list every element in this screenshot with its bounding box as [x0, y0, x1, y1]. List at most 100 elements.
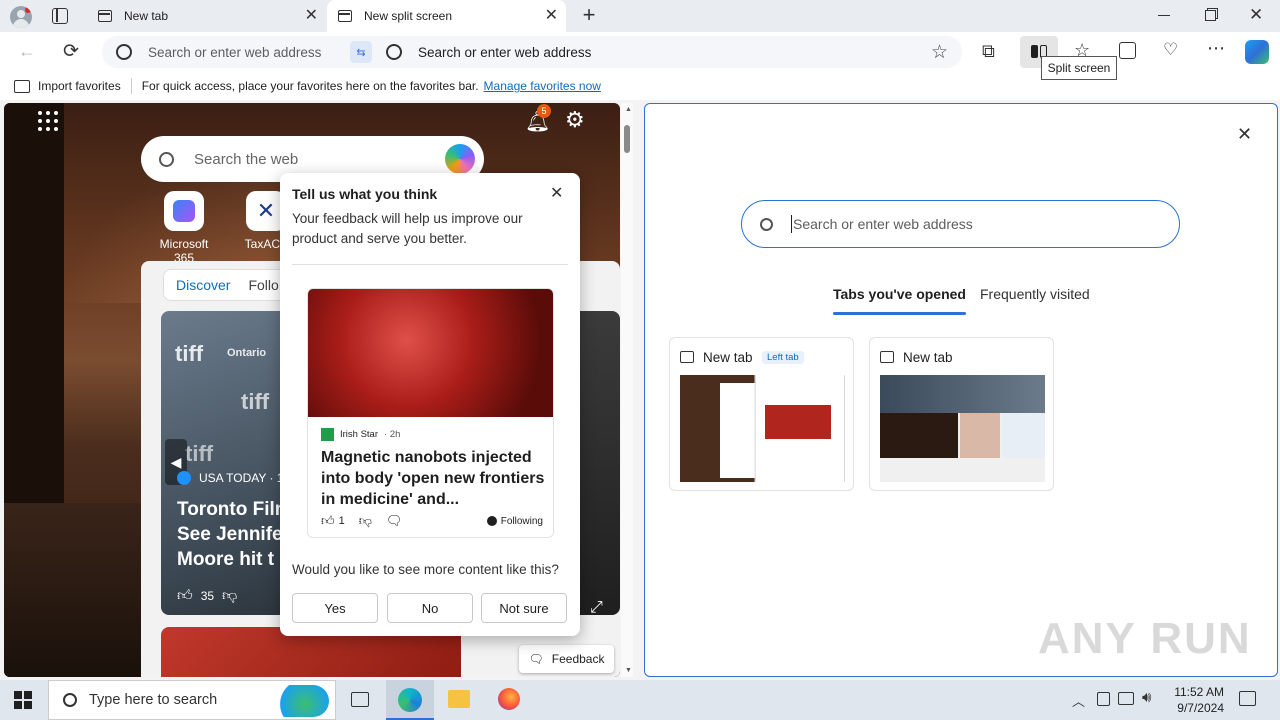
address-input-right[interactable]: Search or enter web address [418, 45, 591, 60]
close-split-pane-icon[interactable]: ✕ [1237, 124, 1252, 145]
popup-title: Tell us what you think [292, 186, 438, 202]
tab-discover[interactable]: Discover [176, 277, 230, 293]
opened-tab-card[interactable]: New tab Left tab [669, 337, 854, 491]
clock[interactable]: 11:52 AM 9/7/2024 [1168, 684, 1224, 716]
collections-icon[interactable] [1119, 42, 1136, 59]
popup-close-icon[interactable]: ✕ [550, 183, 563, 203]
story-reactions: 👍︎ 35 👎︎ [177, 587, 237, 605]
dislike-icon[interactable]: 👎︎ [222, 587, 237, 605]
clock-time: 11:52 AM [1174, 685, 1224, 699]
feedback-button[interactable]: 🗨︎ Feedback [519, 645, 614, 673]
card-title: New tab [903, 350, 953, 365]
import-favorites-button[interactable]: Import favorites [38, 79, 121, 93]
copilot-icon[interactable] [1245, 40, 1269, 64]
close-icon[interactable]: ✕ [305, 8, 318, 24]
watermark: ANY RUN [1038, 614, 1252, 663]
settings-more-icon[interactable]: ⋯ [1207, 38, 1225, 59]
copilot-icon[interactable] [445, 144, 475, 174]
like-count: 35 [200, 589, 215, 603]
network-icon[interactable] [1118, 692, 1134, 705]
tab-label: New split screen [364, 9, 453, 23]
like-icon[interactable]: 👍︎ [177, 587, 193, 605]
tab-new-tab[interactable]: New tab ✕ [88, 0, 326, 32]
firefox-icon[interactable] [498, 688, 520, 710]
clock-date: 9/7/2024 [1177, 701, 1224, 715]
divider [292, 264, 568, 265]
address-bar[interactable]: Search or enter web address ⇆ Search or … [102, 36, 962, 68]
microsoft-365-icon [164, 191, 204, 231]
import-icon [14, 79, 30, 93]
tab-following[interactable]: Follo [248, 277, 278, 293]
back-button[interactable]: ← [18, 41, 36, 62]
feedback-icon: 🗨︎ [528, 652, 544, 666]
article-reactions: 👍︎ 1 👎︎ 🗨︎ Following [321, 513, 543, 529]
notification-badge: 5 [537, 104, 551, 118]
browser-essentials-icon[interactable]: ♡ [1163, 40, 1178, 60]
task-view-icon[interactable] [351, 692, 369, 707]
tab-new-split-screen[interactable]: New split screen ✕ [327, 0, 566, 32]
like-count: 1 [338, 515, 345, 527]
meet-icon[interactable] [1097, 692, 1110, 706]
new-tab-button[interactable]: + [578, 4, 600, 28]
notification-center-icon[interactable] [1239, 691, 1256, 706]
yes-button[interactable]: Yes [292, 593, 378, 623]
popup-body: Your feedback will help us improve our p… [292, 211, 523, 246]
tab-label: New tab [124, 9, 169, 23]
favorite-star-icon[interactable]: ☆ [931, 41, 948, 64]
tab-frequently-visited[interactable]: Frequently visited [980, 286, 1090, 302]
story-source: USA TODAY · 1 [177, 471, 283, 485]
show-hidden-icons[interactable]: ︿ [1072, 691, 1085, 710]
restore-button[interactable] [1205, 10, 1216, 21]
feedback-popup: Tell us what you think ✕ Your feedback w… [280, 173, 580, 636]
not-sure-button[interactable]: Not sure [481, 593, 567, 623]
address-input-left[interactable]: Search or enter web address [148, 45, 338, 60]
split-screen-tooltip: Split screen [1041, 56, 1117, 80]
shortcut-microsoft-365[interactable]: Microsoft 365 [148, 191, 220, 265]
left-pane-scrollbar[interactable]: ▲ ▼ [621, 103, 633, 677]
following-badge[interactable]: Following [486, 516, 543, 527]
settings-gear-icon[interactable]: ⚙ [565, 107, 585, 133]
text-cursor [791, 215, 792, 233]
like-icon[interactable]: 👍︎ [321, 513, 335, 529]
apps-grid-icon[interactable] [38, 111, 58, 131]
edge-search-icon [386, 44, 402, 60]
tab-strip: New tab ✕ New split screen ✕ + ✕ [0, 0, 1280, 32]
opened-tab-card[interactable]: New tab [869, 337, 1054, 491]
manage-favorites-link[interactable]: Manage favorites now [484, 79, 601, 93]
popup-question: Would you like to see more content like … [292, 562, 559, 577]
comment-icon[interactable]: 🗨︎ [386, 513, 403, 529]
extensions-icon[interactable]: ⧉ [982, 41, 995, 62]
close-icon[interactable]: ✕ [545, 8, 558, 24]
expand-icon[interactable]: ⤢ [590, 599, 603, 617]
minimize-button[interactable] [1158, 15, 1170, 16]
new-split-search-box[interactable]: Search or enter web address [741, 200, 1180, 248]
article-card[interactable]: Irish Star · 2h Magnetic nanobots inject… [307, 288, 554, 538]
no-button[interactable]: No [387, 593, 473, 623]
profile-avatar[interactable] [10, 6, 32, 28]
favorites-message: For quick access, place your favorites h… [141, 79, 479, 93]
right-pane: ✕ Search or enter web address Tabs you'v… [644, 103, 1278, 677]
divider [130, 78, 132, 94]
volume-icon[interactable]: 🔊︎ [1142, 689, 1151, 706]
web-search-input[interactable]: Search the web [194, 151, 298, 168]
search-icon [63, 693, 77, 707]
refresh-button[interactable]: ⟳ [63, 40, 79, 63]
split-screen-link-icon[interactable]: ⇆ [350, 41, 372, 63]
taskbar: Type here to search ︿ 🔊︎ 11:52 AM 9/7/20… [0, 680, 1280, 720]
dislike-icon[interactable]: 👎︎ [359, 513, 372, 529]
tab-tabs-opened[interactable]: Tabs you've opened [833, 286, 966, 315]
edge-taskbar-icon[interactable] [386, 680, 434, 720]
new-split-search-input[interactable]: Search or enter web address [793, 216, 973, 232]
taskbar-search[interactable]: Type here to search [48, 680, 336, 720]
file-explorer-icon[interactable] [448, 690, 470, 708]
tab-preview-thumbnail [680, 375, 845, 482]
tab-preview-thumbnail [880, 375, 1045, 482]
edge-search-icon [116, 44, 132, 60]
article-headline[interactable]: Magnetic nanobots injected into body 'op… [321, 447, 546, 510]
left-tab-badge: Left tab [762, 351, 804, 364]
close-window-button[interactable]: ✕ [1249, 5, 1263, 25]
taskbar-search-input[interactable]: Type here to search [89, 692, 217, 708]
start-button[interactable] [14, 691, 32, 709]
tab-actions-icon[interactable] [52, 8, 68, 24]
irish-star-logo [321, 428, 334, 441]
